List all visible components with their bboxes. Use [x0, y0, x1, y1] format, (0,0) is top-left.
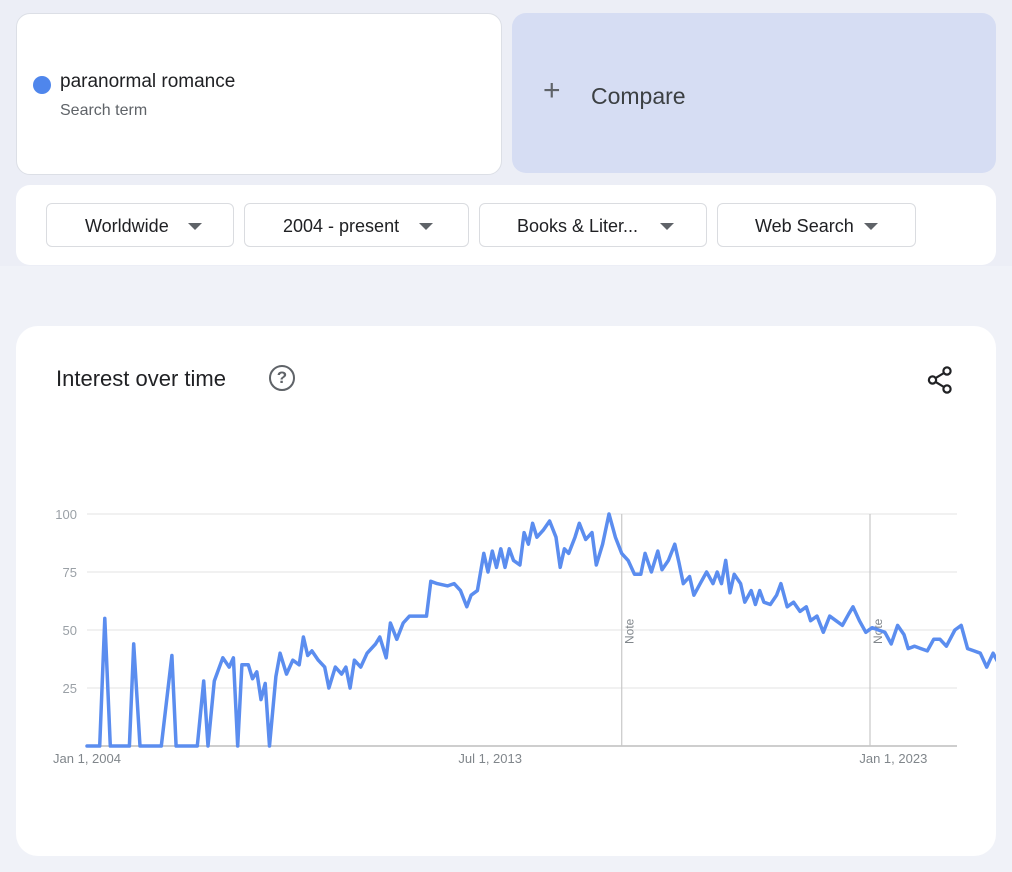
note-label: Note [623, 618, 637, 644]
location-filter-label: Worldwide [85, 216, 169, 236]
y-tick-label: 75 [63, 565, 77, 580]
search-term-card[interactable]: paranormal romance Search term [16, 13, 502, 175]
search-type-filter[interactable]: Web Search [717, 203, 916, 247]
plus-icon: + [543, 74, 561, 107]
y-tick-label: 100 [55, 507, 77, 522]
x-tick-label: Jan 1, 2004 [53, 751, 121, 766]
interest-over-time-card: Interest over time ? 25 50 75 100 Note Note Ja… [16, 326, 996, 856]
chevron-down-icon [660, 223, 674, 230]
x-tick-label: Jul 1, 2013 [458, 751, 522, 766]
term-color-dot [33, 76, 51, 94]
interest-line-chart: 255075100Note NoteJan 1, 2004 Jul 1, 2013 J… [53, 507, 996, 766]
category-filter-label: Books & Liter... [517, 216, 639, 236]
search-type-filter-label: Web Search [755, 216, 854, 236]
y-tick-label: 25 [63, 681, 77, 696]
chevron-down-icon [188, 223, 202, 230]
category-filter[interactable]: Books & Liter... [479, 203, 707, 247]
search-term-name[interactable]: paranormal romance [60, 71, 235, 93]
search-term-subtitle: Search term [60, 102, 148, 119]
time-range-filter[interactable]: 2004 - present [244, 203, 469, 247]
chevron-down-icon [419, 223, 433, 230]
filter-bar: Worldwide 2004 - present Books & Liter..… [16, 185, 996, 265]
compare-label: Compare [591, 83, 686, 109]
time-range-filter-label: 2004 - present [283, 216, 400, 236]
compare-button[interactable]: + Compare [512, 13, 996, 173]
chevron-down-icon [864, 223, 878, 230]
y-tick-label: 50 [63, 623, 77, 638]
x-tick-label: Jan 1, 2023 [859, 751, 927, 766]
location-filter[interactable]: Worldwide [46, 203, 234, 247]
